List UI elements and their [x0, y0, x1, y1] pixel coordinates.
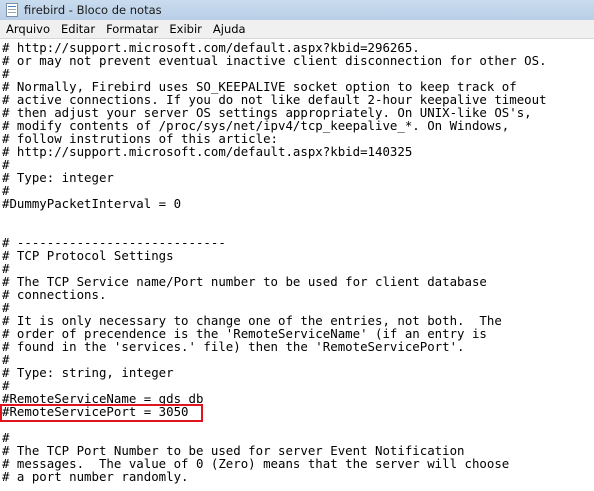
- text-line: [0, 210, 547, 223]
- menu-arquivo[interactable]: Arquivo: [1, 20, 55, 39]
- highlight-box-remote-service-port: [0, 404, 203, 422]
- text-line: #DummyPacketInterval = 0: [2, 196, 182, 211]
- text-editor-area[interactable]: # http://support.microsoft.com/default.a…: [0, 39, 594, 491]
- text-line: # Type: integer: [2, 170, 114, 185]
- text-line: # http://support.microsoft.com/default.a…: [2, 144, 413, 159]
- window-title: firebird - Bloco de notas: [24, 3, 162, 17]
- text-line: # or may not prevent eventual inactive c…: [2, 53, 547, 68]
- text-line: # TCP Protocol Settings: [2, 248, 174, 263]
- text-line: # a port number randomly.: [2, 469, 189, 484]
- notepad-window: firebird - Bloco de notas Arquivo Editar…: [0, 0, 594, 491]
- menu-editar[interactable]: Editar: [56, 20, 100, 39]
- notepad-icon: [6, 3, 18, 17]
- text-line: # connections.: [2, 287, 107, 302]
- menu-formatar[interactable]: Formatar: [101, 20, 163, 39]
- menu-exibir[interactable]: Exibir: [164, 20, 207, 39]
- text-line: # found in the 'services.' file) then th…: [2, 339, 465, 354]
- title-bar[interactable]: firebird - Bloco de notas: [0, 0, 594, 20]
- menu-ajuda[interactable]: Ajuda: [208, 20, 251, 39]
- text-line: # Type: string, integer: [2, 365, 174, 380]
- menu-bar: Arquivo Editar Formatar Exibir Ajuda: [0, 20, 594, 39]
